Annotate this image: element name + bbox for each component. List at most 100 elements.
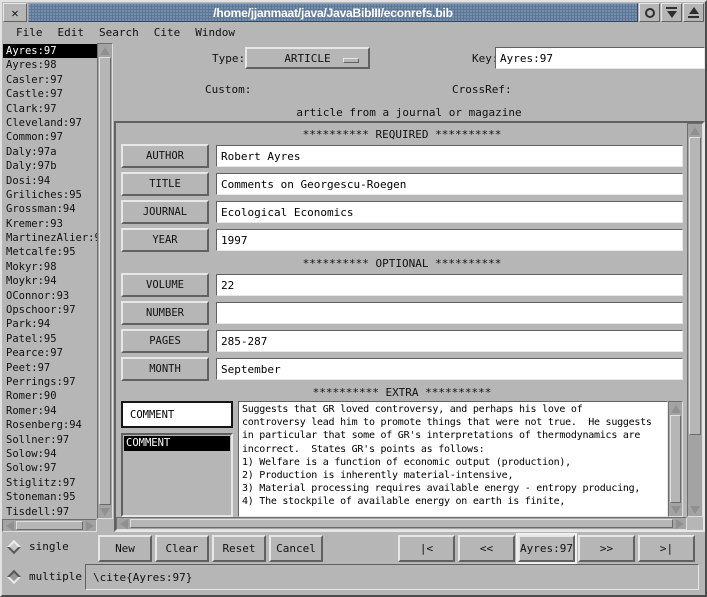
- scroll-thumb[interactable]: [670, 415, 681, 503]
- reset-button[interactable]: Reset: [212, 535, 266, 562]
- list-item[interactable]: Daly:97a: [3, 145, 97, 159]
- list-item[interactable]: MartinezAlier:97: [3, 231, 97, 245]
- field-label-year[interactable]: YEAR: [121, 228, 209, 252]
- nav-current-entry-button[interactable]: Ayres:97: [518, 535, 575, 562]
- scroll-thumb[interactable]: [16, 521, 83, 530]
- scroll-down-icon[interactable]: [669, 503, 682, 516]
- clear-button[interactable]: Clear: [155, 535, 209, 562]
- list-item[interactable]: Romer:90: [3, 389, 97, 403]
- field-input-author[interactable]: [216, 145, 683, 167]
- field-input-journal[interactable]: [216, 201, 683, 223]
- scroll-thumb[interactable]: [689, 137, 701, 435]
- comment-textarea[interactable]: [238, 401, 668, 517]
- scroll-up-icon[interactable]: [688, 124, 702, 137]
- scroll-right-icon[interactable]: [673, 518, 686, 529]
- list-item[interactable]: Solow:94: [3, 447, 97, 461]
- list-item[interactable]: Cleveland:97: [3, 116, 97, 130]
- list-item[interactable]: Peet:97: [3, 361, 97, 375]
- nav-first-button[interactable]: |<: [398, 535, 455, 562]
- field-label-month[interactable]: MONTH: [121, 357, 209, 381]
- field-input-year[interactable]: [216, 229, 683, 251]
- list-item[interactable]: Stoneman:95: [3, 490, 97, 504]
- scroll-up-icon[interactable]: [98, 44, 112, 57]
- multiple-radio[interactable]: multiple: [9, 570, 82, 583]
- comment-vscrollbar[interactable]: [668, 401, 683, 517]
- scroll-thumb[interactable]: [99, 57, 111, 505]
- extra-field-name-input[interactable]: [121, 401, 233, 428]
- field-label-author[interactable]: AUTHOR: [121, 144, 209, 168]
- extra-field-list[interactable]: COMMENT: [121, 433, 233, 517]
- nav-next-button[interactable]: >>: [578, 535, 635, 562]
- list-item[interactable]: Griliches:95: [3, 188, 97, 202]
- list-item[interactable]: Solow:97: [3, 461, 97, 475]
- scroll-down-icon[interactable]: [688, 503, 702, 516]
- menu-item-window[interactable]: Window: [194, 24, 236, 41]
- field-label-pages[interactable]: PAGES: [121, 329, 209, 353]
- extra-field-list-item[interactable]: COMMENT: [124, 436, 230, 451]
- multiple-radio-label: multiple: [29, 570, 82, 583]
- field-label-number[interactable]: NUMBER: [121, 301, 209, 325]
- menubar: File Edit Search Cite Window: [2, 22, 705, 43]
- field-input-volume[interactable]: [216, 274, 683, 296]
- list-item[interactable]: Common:97: [3, 130, 97, 144]
- menu-item-search[interactable]: Search: [98, 24, 140, 41]
- field-input-pages[interactable]: [216, 330, 683, 352]
- field-input-title[interactable]: [216, 173, 683, 195]
- cancel-button[interactable]: Cancel: [269, 535, 323, 562]
- list-item[interactable]: Ayres:97: [3, 44, 97, 58]
- list-item[interactable]: Rosenberg:94: [3, 418, 97, 432]
- list-item[interactable]: Metcalfe:95: [3, 245, 97, 259]
- list-item[interactable]: Daly:97b: [3, 159, 97, 173]
- list-item[interactable]: Pearce:97: [3, 346, 97, 360]
- scroll-down-icon[interactable]: [98, 505, 112, 518]
- entry-list-vscrollbar[interactable]: [97, 43, 113, 519]
- list-item[interactable]: Park:94: [3, 317, 97, 331]
- list-item[interactable]: Stiglitz:97: [3, 476, 97, 490]
- form-hscrollbar[interactable]: [116, 517, 687, 530]
- form-vscrollbar[interactable]: [687, 123, 703, 517]
- menu-item-cite[interactable]: Cite: [153, 24, 182, 41]
- list-item[interactable]: Clark:97: [3, 102, 97, 116]
- entry-list[interactable]: Ayres:97Ayres:98Casler:97Castle:97Clark:…: [2, 43, 97, 519]
- list-item[interactable]: OConnor:93: [3, 289, 97, 303]
- scroll-thumb[interactable]: [130, 519, 673, 528]
- window-menu-button[interactable]: [639, 3, 660, 22]
- list-item[interactable]: Patel:95: [3, 332, 97, 346]
- field-input-month[interactable]: [216, 358, 683, 380]
- maximize-button[interactable]: [683, 3, 704, 22]
- scroll-left-icon[interactable]: [117, 518, 130, 529]
- field-label-journal[interactable]: JOURNAL: [121, 200, 209, 224]
- single-radio[interactable]: single: [9, 540, 69, 553]
- scroll-up-icon[interactable]: [669, 402, 682, 415]
- entry-list-hscrollbar[interactable]: [2, 519, 97, 532]
- list-item[interactable]: Kremer:93: [3, 217, 97, 231]
- list-item[interactable]: Grossman:94: [3, 202, 97, 216]
- nav-last-button[interactable]: >|: [638, 535, 695, 562]
- list-item[interactable]: Castle:97: [3, 87, 97, 101]
- field-label-volume[interactable]: VOLUME: [121, 273, 209, 297]
- list-item[interactable]: Opschoor:97: [3, 303, 97, 317]
- scroll-left-icon[interactable]: [3, 520, 16, 531]
- new-button[interactable]: New: [98, 535, 152, 562]
- menu-item-file[interactable]: File: [15, 24, 44, 41]
- list-item[interactable]: Perrings:97: [3, 375, 97, 389]
- scroll-right-icon[interactable]: [83, 520, 96, 531]
- scrollbar-corner: [687, 517, 703, 530]
- list-item[interactable]: Sollner:97: [3, 433, 97, 447]
- list-item[interactable]: Tisdell:97: [3, 505, 97, 519]
- list-item[interactable]: Mokyr:98: [3, 260, 97, 274]
- list-item[interactable]: Romer:94: [3, 404, 97, 418]
- list-item[interactable]: Dosi:94: [3, 174, 97, 188]
- cite-command-input[interactable]: [85, 564, 699, 590]
- list-item[interactable]: Moykr:94: [3, 274, 97, 288]
- iconify-button[interactable]: [661, 3, 682, 22]
- field-input-number[interactable]: [216, 302, 683, 324]
- field-label-title[interactable]: TITLE: [121, 172, 209, 196]
- type-option-menu[interactable]: ARTICLE: [245, 47, 370, 69]
- list-item[interactable]: Casler:97: [3, 73, 97, 87]
- list-item[interactable]: Ayres:98: [3, 58, 97, 72]
- nav-prev-button[interactable]: <<: [458, 535, 515, 562]
- close-button[interactable]: ✕: [3, 3, 27, 22]
- menu-item-edit[interactable]: Edit: [57, 24, 86, 41]
- key-input[interactable]: [495, 47, 705, 69]
